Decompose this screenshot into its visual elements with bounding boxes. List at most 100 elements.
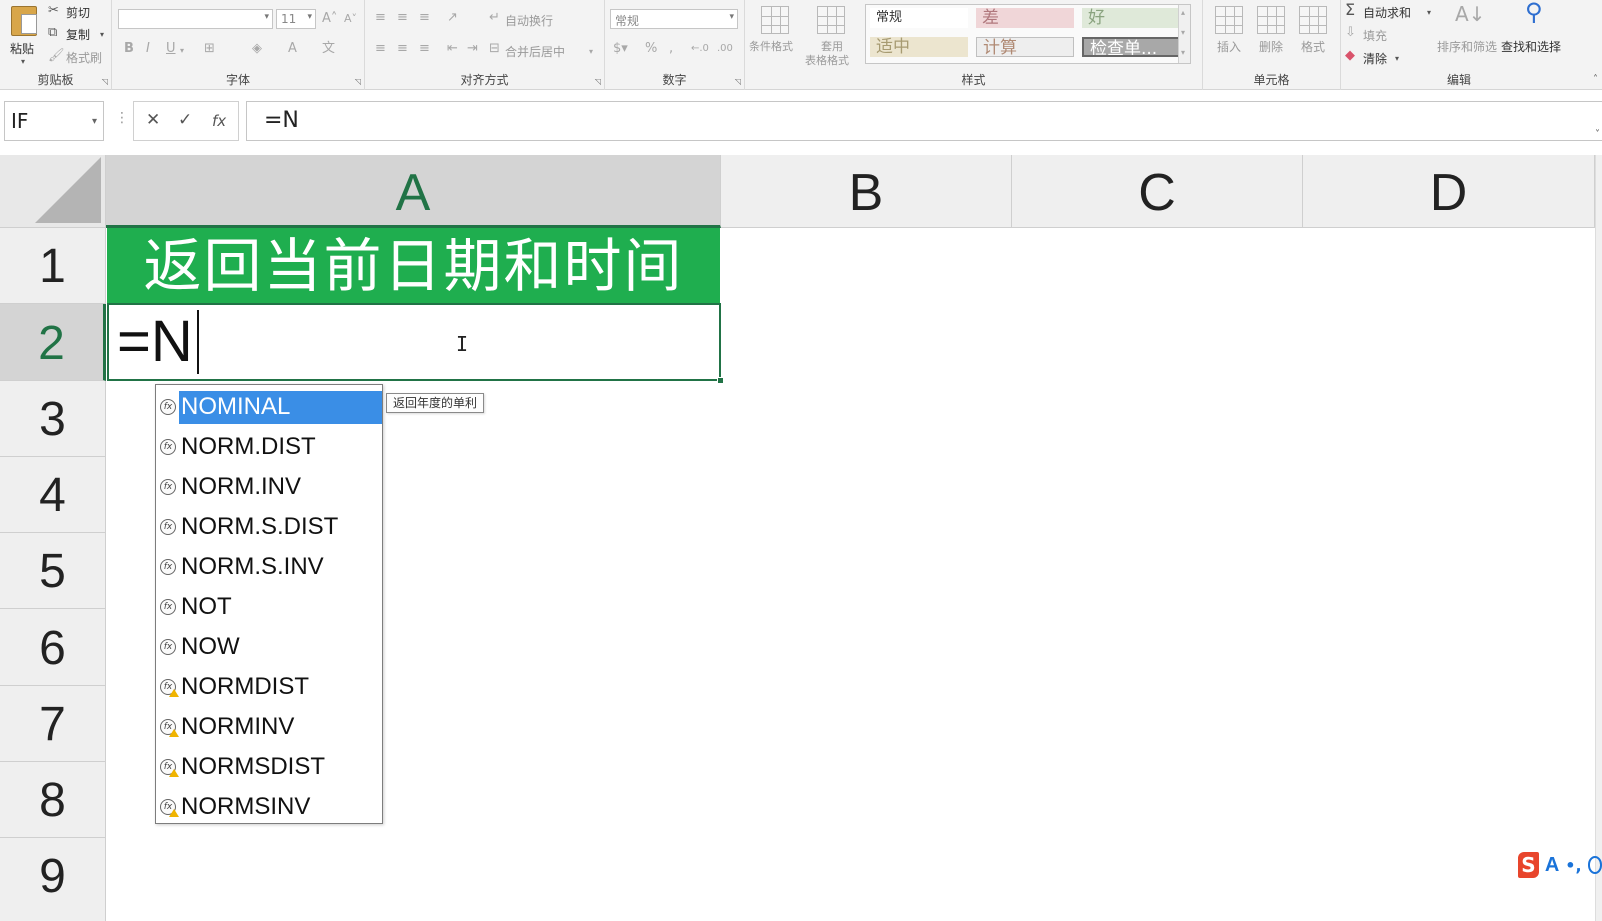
cell-a1[interactable]: 返回当前日期和时间	[107, 228, 720, 304]
insert-function-icon[interactable]: fx	[212, 112, 226, 130]
increase-indent-icon[interactable]: ⇥	[467, 41, 478, 57]
autocomplete-item[interactable]: fx NORMSDIST	[156, 747, 382, 787]
collapse-ribbon-icon[interactable]: ˄	[1593, 72, 1598, 88]
autocomplete-item[interactable]: fx NORMSINV	[156, 787, 382, 827]
autocomplete-item[interactable]: fx NORM.DIST	[156, 427, 382, 467]
autocomplete-item[interactable]: fx NORM.INV	[156, 467, 382, 507]
phonetic-icon[interactable]: 文	[322, 41, 335, 57]
table-format-button[interactable]: 套用 表格格式	[803, 4, 859, 68]
chevron-down-icon[interactable]: ▾	[180, 43, 184, 59]
paste-button[interactable]: 粘贴 ▾	[6, 4, 42, 66]
column-header-d[interactable]: D	[1303, 155, 1595, 228]
cell-a2-editing[interactable]: =N I	[107, 303, 721, 381]
style-calculation[interactable]: 计算	[976, 37, 1074, 57]
autocomplete-item[interactable]: fx NOMINAL	[156, 387, 382, 427]
merge-center-label[interactable]: 合并后居中	[505, 43, 565, 60]
align-bottom-icon[interactable]: ≡	[419, 10, 430, 26]
style-bad[interactable]: 差	[976, 8, 1074, 28]
expand-formula-icon[interactable]: ˅	[1595, 116, 1600, 154]
font-color-icon[interactable]: A	[288, 41, 297, 57]
row-header-4[interactable]: 4	[0, 457, 106, 533]
percent-icon[interactable]: %	[645, 41, 657, 57]
chevron-down-icon[interactable]: ▾	[92, 103, 97, 141]
formula-input[interactable]: =N ˅	[246, 101, 1602, 141]
delete-button[interactable]: 删除	[1251, 4, 1291, 64]
bold-icon[interactable]: B	[124, 41, 134, 57]
font-size-select[interactable]: 11 ▾	[276, 9, 316, 29]
vertical-scrollbar[interactable]	[1595, 155, 1602, 921]
name-box[interactable]: IF ▾	[4, 101, 104, 141]
underline-icon[interactable]: U	[166, 41, 176, 57]
style-good[interactable]: 好	[1082, 8, 1180, 28]
decrease-decimal-icon[interactable]: .00	[717, 41, 733, 57]
find-select-button[interactable]: ⚲ 查找和选择	[1501, 0, 1573, 64]
column-header-b[interactable]: B	[721, 155, 1012, 228]
font-family-select[interactable]: ▾	[118, 9, 273, 29]
column-header-c[interactable]: C	[1012, 155, 1303, 228]
autocomplete-item[interactable]: fx NORMDIST	[156, 667, 382, 707]
conditional-format-button[interactable]: 条件格式	[749, 4, 801, 64]
decrease-font-icon[interactable]: A˅	[344, 11, 357, 27]
enter-icon[interactable]: ✓	[178, 110, 192, 130]
row-header-3[interactable]: 3	[0, 381, 106, 457]
ime-emoji-icon[interactable]	[1587, 856, 1602, 874]
insert-button[interactable]: 插入	[1209, 4, 1249, 64]
accounting-icon[interactable]: $▾	[613, 41, 628, 57]
row-header-9[interactable]: 9	[0, 838, 106, 921]
align-top-icon[interactable]: ≡	[375, 10, 386, 26]
column-header-a[interactable]: A	[106, 155, 721, 228]
dialog-launcher-icon[interactable]: ◹	[595, 77, 601, 86]
italic-icon[interactable]: I	[146, 41, 150, 57]
select-all-button[interactable]	[0, 155, 106, 228]
dialog-launcher-icon[interactable]: ◹	[102, 77, 108, 86]
align-middle-icon[interactable]: ≡	[397, 10, 408, 26]
merge-center-icon[interactable]: ⊟	[489, 41, 500, 57]
cut-button[interactable]: ✂ 剪切	[48, 3, 108, 21]
fill-color-icon[interactable]: ◈	[252, 41, 262, 57]
decrease-indent-icon[interactable]: ⇤	[447, 41, 458, 57]
row-header-5[interactable]: 5	[0, 533, 106, 609]
row-header-2[interactable]: 2	[0, 304, 106, 381]
wrap-text-label[interactable]: 自动换行	[505, 12, 553, 29]
number-format-select[interactable]: 常规 ▾	[610, 9, 738, 29]
chevron-down-icon[interactable]: ▾	[589, 44, 593, 60]
borders-icon[interactable]: ⊞	[204, 41, 215, 57]
autocomplete-item[interactable]: fx NORM.S.DIST	[156, 507, 382, 547]
row-header-8[interactable]: 8	[0, 762, 106, 838]
sogou-logo-icon[interactable]: S	[1518, 852, 1539, 878]
sort-filter-button[interactable]: A↓ 排序和筛选	[1437, 4, 1501, 64]
comma-icon[interactable]: ,	[669, 41, 673, 57]
fill-button[interactable]: ⇩ 填充	[1345, 25, 1405, 43]
autocomplete-item[interactable]: fx NOW	[156, 627, 382, 667]
row-header-6[interactable]: 6	[0, 609, 106, 686]
ime-mode-toggle[interactable]: A	[1545, 854, 1559, 877]
dialog-launcher-icon[interactable]: ◹	[355, 77, 361, 86]
row-header-7[interactable]: 7	[0, 686, 106, 762]
fill-handle[interactable]	[717, 377, 724, 384]
align-center-icon[interactable]: ≡	[397, 41, 408, 57]
align-right-icon[interactable]: ≡	[419, 41, 430, 57]
autosum-button[interactable]: Σ 自动求和 ▾	[1345, 2, 1435, 21]
dialog-launcher-icon[interactable]: ◹	[735, 77, 741, 86]
copy-button[interactable]: ⧉ 复制 ▾	[48, 25, 108, 43]
autocomplete-item[interactable]: fx NORMINV	[156, 707, 382, 747]
increase-decimal-icon[interactable]: ←.0	[691, 41, 709, 57]
wrap-text-icon[interactable]: ↵	[489, 10, 500, 26]
style-neutral[interactable]: 适中	[870, 37, 968, 57]
align-left-icon[interactable]: ≡	[375, 41, 386, 57]
format-button[interactable]: 格式	[1293, 4, 1333, 64]
cancel-icon[interactable]: ✕	[146, 110, 160, 130]
ime-punctuation-toggle[interactable]: •,	[1565, 856, 1581, 875]
increase-font-icon[interactable]: A˄	[322, 11, 337, 27]
gallery-scroll[interactable]: ▴ ▾ ▾	[1178, 5, 1190, 63]
legacy-function-icon: fx	[160, 679, 179, 697]
autocomplete-item[interactable]: fx NORM.S.INV	[156, 547, 382, 587]
format-painter-button[interactable]: 🖌 格式刷	[48, 48, 108, 66]
orientation-icon[interactable]: ↗	[447, 10, 458, 26]
style-normal[interactable]: 常规	[870, 8, 968, 28]
clear-button[interactable]: ◆ 清除 ▾	[1345, 48, 1405, 66]
drag-handle-icon[interactable]: ⋮	[115, 110, 129, 126]
style-check-cell[interactable]: 检查单...	[1082, 37, 1180, 57]
autocomplete-item[interactable]: fx NOT	[156, 587, 382, 627]
row-header-1[interactable]: 1	[0, 228, 106, 304]
